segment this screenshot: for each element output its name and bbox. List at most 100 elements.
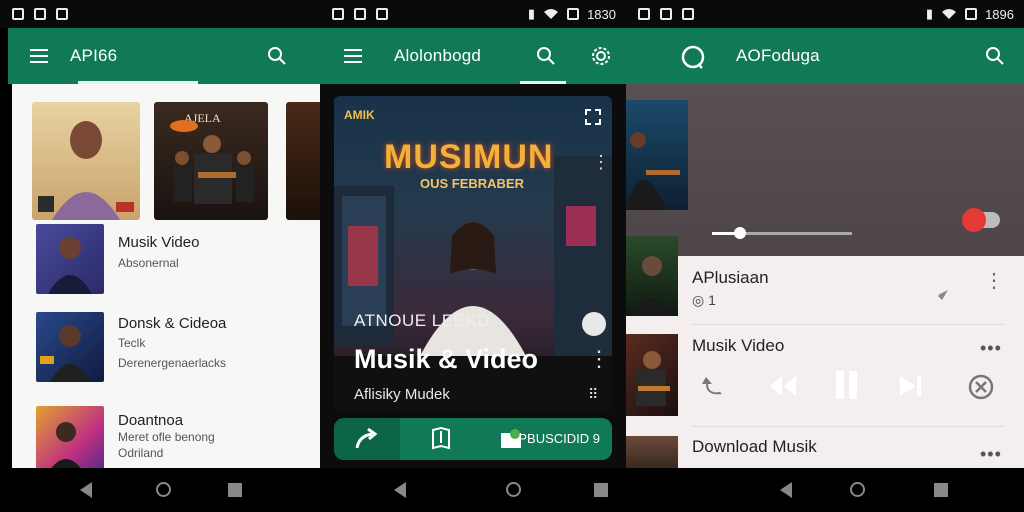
search-icon[interactable] <box>984 45 1006 67</box>
settings-icon[interactable] <box>590 45 612 67</box>
app-title: API66 <box>70 46 118 65</box>
search-icon[interactable] <box>680 44 706 70</box>
artist-name: ATNOUE LEEKD <box>354 311 491 330</box>
notification-icon <box>638 8 650 20</box>
system-nav-bar <box>0 468 1024 512</box>
share-button[interactable] <box>334 418 400 460</box>
search-icon[interactable] <box>535 45 557 67</box>
pause-icon[interactable] <box>834 370 860 400</box>
list-thumbnail[interactable] <box>626 334 678 416</box>
row-title[interactable]: Donsk & Cideoa <box>118 315 226 332</box>
now-playing-screen: ▮ 1830 Alolonbogd AMIK MUSIMUN OUS FEBRA… <box>320 0 626 468</box>
search-icon[interactable] <box>266 45 288 67</box>
menu-icon[interactable] <box>30 49 48 63</box>
list-item-title[interactable]: Musik Video <box>692 336 784 356</box>
row-subtitle: Meret ofle benong <box>118 430 215 444</box>
status-clock: 1896 <box>985 6 1014 22</box>
poster-subtitle: OUS FEBRABER <box>420 176 525 191</box>
status-bar: ▮ 1896 <box>626 0 1024 28</box>
row-title[interactable]: Musik Video <box>118 234 199 251</box>
status-clock: 1830 <box>587 6 616 22</box>
player-screen: ▮ 1896 AOFoduga APlusiaan ◎ 1 ⋮ Musik Vi… <box>626 0 1024 468</box>
seek-thumb[interactable] <box>734 227 746 239</box>
status-bar: ▮ 1830 <box>320 0 626 28</box>
recents-icon[interactable] <box>934 483 948 497</box>
record-toggle[interactable] <box>962 208 1000 232</box>
player-area <box>626 84 1024 256</box>
tab-indicator <box>520 81 566 84</box>
more-vertical-icon[interactable]: ⋮ <box>984 271 1004 291</box>
row-subtitle: Derenergenaerlacks <box>118 356 227 370</box>
more-horizontal-icon[interactable]: ••• <box>980 338 1002 359</box>
track-list: APlusiaan ◎ 1 ⋮ Musik Video ••• Download… <box>626 236 1024 468</box>
app-title: Alolonbogd <box>394 46 482 65</box>
action-bar: PBUSCIDID 9 <box>334 418 612 460</box>
track-subtitle: Aflisiky Mudek <box>354 386 450 403</box>
more-horizontal-icon[interactable]: ••• <box>980 444 1002 465</box>
back-icon[interactable] <box>394 482 406 498</box>
poster-title: MUSIMUN <box>384 138 554 176</box>
row-thumbnail[interactable] <box>36 312 104 382</box>
menu-icon[interactable] <box>344 49 362 63</box>
home-icon[interactable] <box>850 482 865 497</box>
more-vertical-icon[interactable]: ⋮ <box>592 153 610 171</box>
lyrics-icon[interactable] <box>430 427 452 451</box>
album-cover[interactable] <box>32 102 140 220</box>
recents-icon[interactable] <box>228 483 242 497</box>
notification-icon <box>354 8 366 20</box>
signal-icon: ▮ <box>527 6 536 21</box>
row-subtitle: Teclk <box>118 336 146 350</box>
poster-brand: AMIK <box>344 108 375 122</box>
notification-icon <box>660 8 672 20</box>
library-screen: API66 AJELA Musik Video Absonernal Donsk… <box>0 0 320 468</box>
home-icon[interactable] <box>506 482 521 497</box>
repeat-icon[interactable] <box>702 374 726 398</box>
album-cover[interactable]: AJELA <box>154 102 268 220</box>
list-thumbnail[interactable] <box>626 436 678 468</box>
row-subtitle: Absonernal <box>118 256 179 270</box>
record-knob <box>962 208 986 232</box>
app-bar: AOFoduga <box>626 28 1024 84</box>
battery-icon <box>567 8 580 20</box>
wifi-icon <box>544 9 559 19</box>
home-icon[interactable] <box>156 482 171 497</box>
list-item-title[interactable]: APlusiaan <box>692 268 769 288</box>
divider <box>692 324 1004 325</box>
wifi-icon <box>942 9 957 19</box>
back-icon[interactable] <box>780 482 792 498</box>
screenshot-stage: API66 AJELA Musik Video Absonernal Donsk… <box>0 0 1024 512</box>
recents-icon[interactable] <box>594 483 608 497</box>
row-thumbnail[interactable] <box>36 224 104 294</box>
expand-icon[interactable] <box>584 108 602 126</box>
album-cover[interactable] <box>286 102 320 220</box>
list-item-subtitle: ◎ 1 <box>692 292 716 308</box>
album-art[interactable] <box>626 100 688 210</box>
notification-icon <box>376 8 388 20</box>
battery-icon <box>965 8 978 20</box>
skip-next-icon[interactable] <box>898 374 924 398</box>
notification-icon <box>332 8 344 20</box>
list-item-title[interactable]: Download Musik <box>692 437 817 457</box>
rewind-icon[interactable] <box>768 374 798 398</box>
now-playing-card[interactable]: AMIK MUSIMUN OUS FEBRABER ⋮ ATNOUE LEEKD… <box>334 96 612 412</box>
row-title[interactable]: Doantnoa <box>118 412 183 429</box>
app-title: AOFoduga <box>736 46 820 65</box>
notification-icon <box>34 8 46 20</box>
share-icon <box>355 428 378 449</box>
list-thumbnail[interactable] <box>626 236 678 316</box>
notification-icon <box>682 8 694 20</box>
row-thumbnail[interactable] <box>36 406 104 468</box>
notification-icon <box>12 8 24 20</box>
status-bar <box>0 0 320 28</box>
more-vertical-icon[interactable]: ⋮ <box>588 346 610 372</box>
back-icon[interactable] <box>80 482 92 498</box>
divider <box>692 426 1004 427</box>
grid-icon[interactable]: ⠿ <box>588 386 598 403</box>
row-subtitle: Odriland <box>118 446 164 460</box>
app-bar: API66 <box>8 28 320 84</box>
action-label[interactable]: PBUSCIDID 9 <box>518 431 600 446</box>
library-content: AJELA Musik Video Absonernal Donsk & Cid… <box>12 84 320 468</box>
pin-icon[interactable] <box>928 288 950 306</box>
close-circle-icon[interactable] <box>968 374 994 400</box>
app-bar: Alolonbogd <box>320 28 626 84</box>
